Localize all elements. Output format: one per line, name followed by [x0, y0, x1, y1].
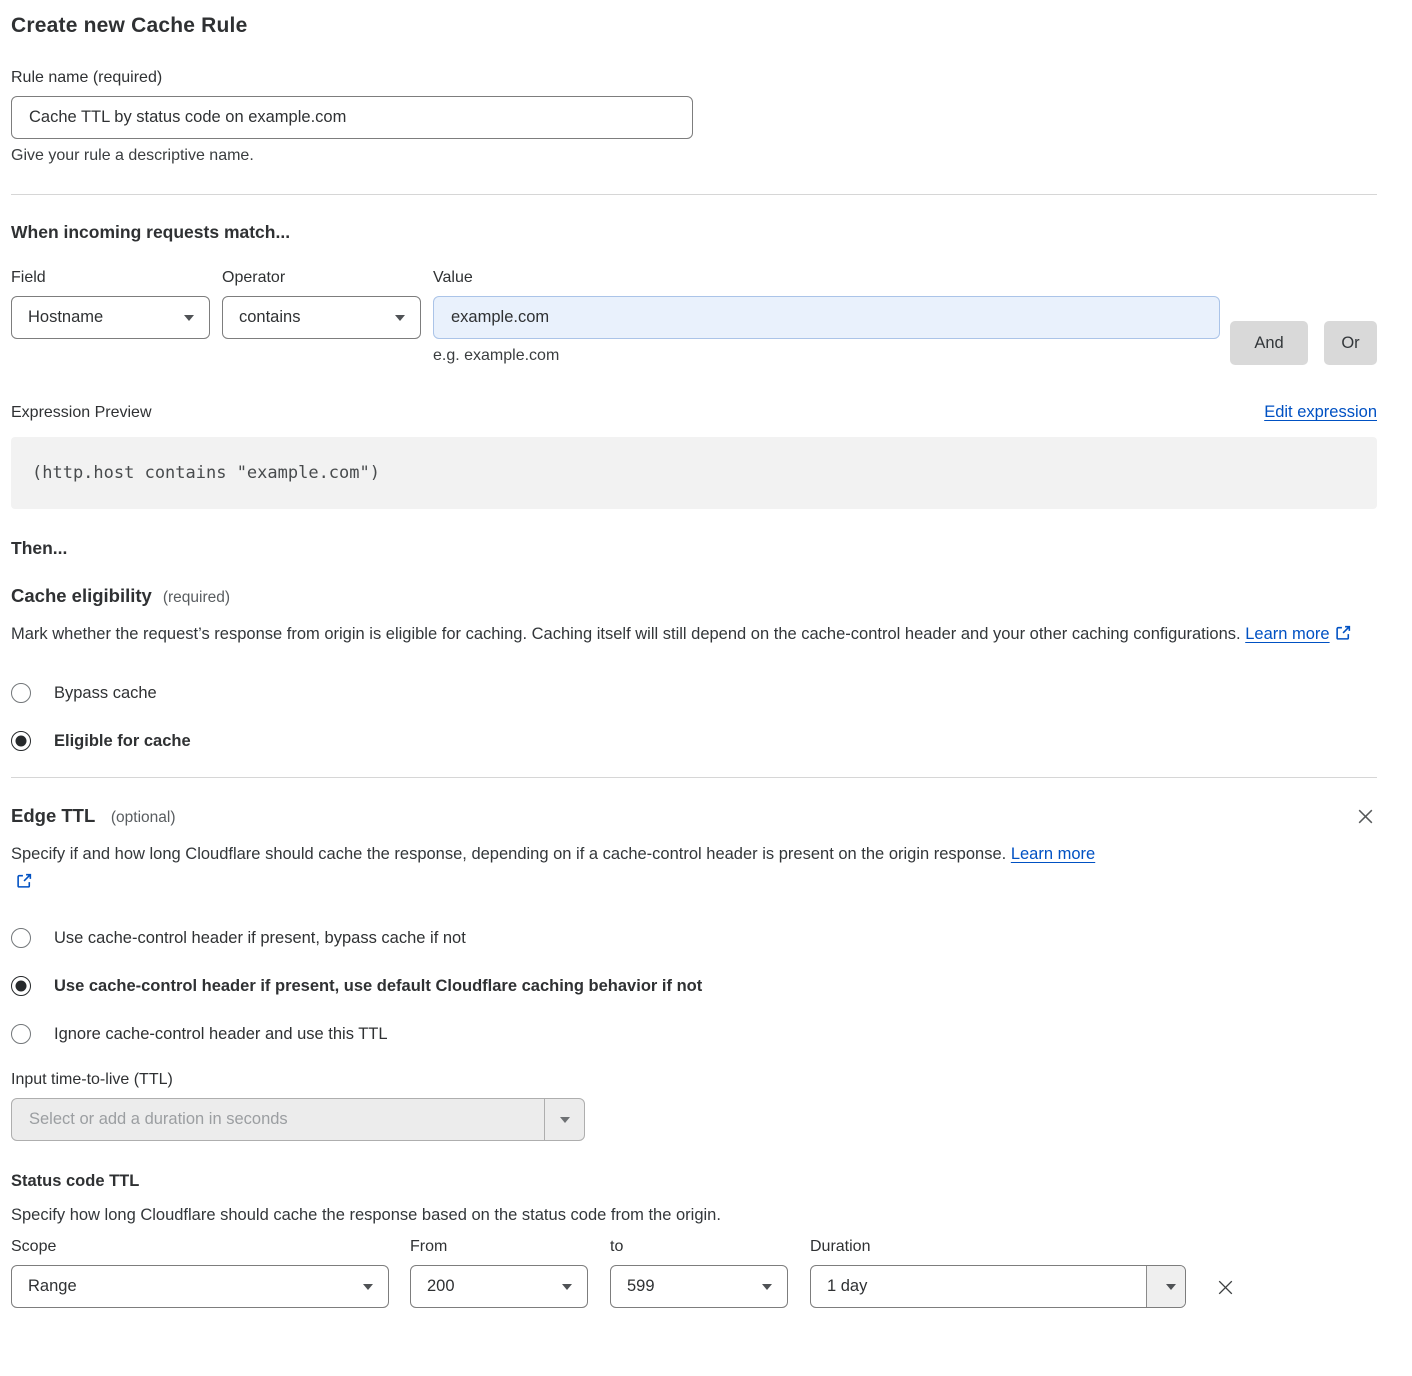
- radio-option-use-header-default[interactable]: Use cache-control header if present, use…: [11, 976, 1377, 996]
- scope-select-value: Range: [28, 1277, 77, 1296]
- edit-expression-link[interactable]: Edit expression: [1264, 403, 1377, 422]
- chevron-down-icon: [184, 315, 194, 321]
- edge-ttl-heading: Edge TTL: [11, 805, 95, 826]
- radio-icon[interactable]: [11, 928, 31, 948]
- operator-label: Operator: [222, 269, 421, 287]
- then-heading: Then...: [11, 538, 1377, 559]
- radio-option-eligible-for-cache[interactable]: Eligible for cache: [11, 731, 1377, 751]
- radio-option-use-header-bypass[interactable]: Use cache-control header if present, byp…: [11, 928, 1377, 948]
- cache-eligibility-heading: Cache eligibility: [11, 585, 152, 607]
- duration-label: Duration: [810, 1238, 1186, 1256]
- ttl-duration-dropdown-button[interactable]: [544, 1099, 584, 1140]
- value-input[interactable]: [433, 296, 1220, 339]
- duration-value: 1 day: [811, 1266, 1146, 1307]
- to-label: to: [610, 1238, 788, 1256]
- duration-combobox[interactable]: 1 day: [810, 1265, 1186, 1308]
- field-label: Field: [11, 269, 210, 287]
- ttl-input-label: Input time-to-live (TTL): [11, 1071, 1377, 1089]
- edge-ttl-description: Specify if and how long Cloudflare shoul…: [11, 840, 1116, 898]
- operator-select[interactable]: contains: [222, 296, 421, 339]
- learn-more-link[interactable]: Learn more: [1011, 845, 1095, 863]
- chevron-down-icon: [395, 315, 405, 321]
- radio-checked-icon[interactable]: [11, 731, 31, 751]
- rule-name-label: Rule name (required): [11, 69, 1377, 87]
- create-cache-rule-form: Create new Cache Rule Rule name (require…: [11, 0, 1377, 1308]
- match-condition-row: Field Hostname Operator contains Value e…: [11, 269, 1377, 365]
- radio-label: Ignore cache-control header and use this…: [54, 1025, 388, 1044]
- or-button[interactable]: Or: [1324, 321, 1377, 365]
- cache-eligibility-description: Mark whether the request’s response from…: [11, 620, 1356, 650]
- optional-note: (optional): [111, 809, 176, 826]
- page-title: Create new Cache Rule: [11, 14, 1377, 38]
- and-button[interactable]: And: [1230, 321, 1308, 365]
- external-link-icon: [16, 870, 33, 898]
- match-section-heading: When incoming requests match...: [11, 222, 1377, 243]
- rule-name-help: Give your rule a descriptive name.: [11, 147, 1377, 165]
- ttl-duration-select[interactable]: Select or add a duration in seconds: [11, 1098, 585, 1141]
- expression-preview-box: (http.host contains "example.com"): [11, 437, 1377, 509]
- cache-eligibility-description-text: Mark whether the request’s response from…: [11, 625, 1241, 643]
- radio-option-ignore-header[interactable]: Ignore cache-control header and use this…: [11, 1024, 1377, 1044]
- chevron-down-icon: [560, 1117, 570, 1123]
- value-help: e.g. example.com: [433, 347, 1220, 365]
- expression-code: (http.host contains "example.com"): [32, 463, 380, 483]
- radio-checked-icon[interactable]: [11, 976, 31, 996]
- radio-label: Eligible for cache: [54, 732, 191, 751]
- required-note: (required): [163, 589, 230, 607]
- divider: [11, 777, 1377, 778]
- status-code-ttl-heading: Status code TTL: [11, 1172, 1377, 1191]
- field-select[interactable]: Hostname: [11, 296, 210, 339]
- to-select-value: 599: [627, 1277, 655, 1296]
- value-label: Value: [433, 269, 1220, 287]
- close-icon[interactable]: [1354, 805, 1377, 828]
- duration-dropdown-button[interactable]: [1146, 1266, 1185, 1307]
- ttl-duration-placeholder: Select or add a duration in seconds: [12, 1099, 544, 1140]
- chevron-down-icon: [562, 1284, 572, 1290]
- status-code-ttl-row: Scope Range From 200 to 599 Duration 1 d…: [11, 1238, 1377, 1308]
- chevron-down-icon: [762, 1284, 772, 1290]
- radio-icon[interactable]: [11, 683, 31, 703]
- chevron-down-icon: [363, 1284, 373, 1290]
- divider: [11, 194, 1377, 195]
- radio-option-bypass-cache[interactable]: Bypass cache: [11, 683, 1377, 703]
- radio-label: Use cache-control header if present, byp…: [54, 929, 466, 948]
- radio-icon[interactable]: [11, 1024, 31, 1044]
- radio-label: Bypass cache: [54, 684, 157, 703]
- edge-ttl-description-text: Specify if and how long Cloudflare shoul…: [11, 845, 1006, 863]
- from-select[interactable]: 200: [410, 1265, 588, 1308]
- field-select-value: Hostname: [28, 308, 103, 327]
- rule-name-input[interactable]: [11, 96, 693, 139]
- status-code-ttl-description: Specify how long Cloudflare should cache…: [11, 1206, 1377, 1225]
- from-select-value: 200: [427, 1277, 455, 1296]
- expression-preview-label: Expression Preview: [11, 404, 152, 422]
- radio-label: Use cache-control header if present, use…: [54, 977, 702, 996]
- from-label: From: [410, 1238, 588, 1256]
- scope-label: Scope: [11, 1238, 389, 1256]
- remove-row-icon[interactable]: [1211, 1273, 1240, 1302]
- learn-more-link[interactable]: Learn more: [1245, 625, 1329, 643]
- chevron-down-icon: [1166, 1284, 1176, 1290]
- scope-select[interactable]: Range: [11, 1265, 389, 1308]
- external-link-icon: [1335, 622, 1352, 650]
- to-select[interactable]: 599: [610, 1265, 788, 1308]
- operator-select-value: contains: [239, 308, 300, 327]
